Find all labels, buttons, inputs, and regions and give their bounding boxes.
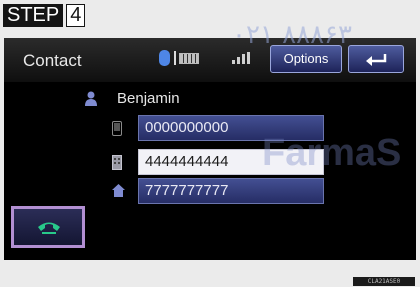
person-icon (85, 91, 97, 106)
screen-title: Contact (23, 51, 82, 70)
watermark-text: FarmaS (262, 132, 402, 174)
home-icon (112, 184, 125, 197)
office-phone-icon (112, 155, 122, 170)
step-label: STEP 4 (3, 4, 86, 27)
back-arrow-icon (366, 54, 387, 66)
phone-row-home[interactable]: 7777777777 (112, 178, 324, 204)
battery-icon (179, 53, 199, 64)
figure-code: CLA21ASE0 (353, 277, 415, 286)
step-number: 4 (66, 4, 86, 27)
bluetooth-icon (159, 50, 170, 66)
separator (174, 51, 176, 65)
watermark-digits: ۰۲۱ ۸۸۸۶۳ (232, 20, 352, 50)
phone-number-field[interactable]: 7777777777 (138, 178, 324, 204)
header-bar: Contact Options (4, 38, 416, 82)
contact-name: Benjamin (117, 90, 180, 107)
mobile-phone-icon (112, 121, 122, 136)
step-word: STEP (3, 4, 64, 27)
back-button[interactable] (348, 45, 404, 73)
contact-name-row: Benjamin (4, 88, 416, 110)
signal-icon (232, 52, 252, 64)
phone-handset-icon (38, 222, 60, 234)
call-button[interactable] (11, 206, 85, 248)
